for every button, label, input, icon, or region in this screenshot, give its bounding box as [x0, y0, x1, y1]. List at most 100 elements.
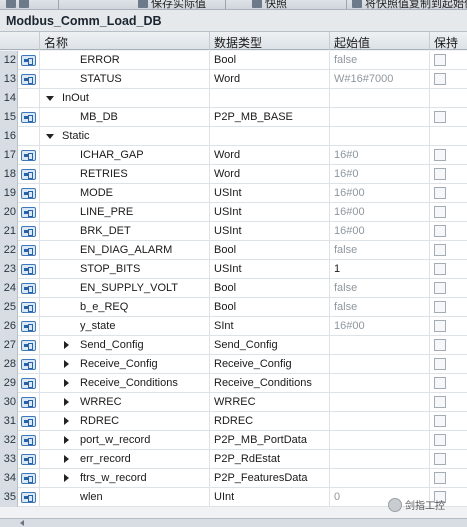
start-value-cell[interactable] — [330, 450, 430, 469]
datatype-cell[interactable] — [210, 127, 330, 146]
retain-checkbox[interactable] — [434, 453, 446, 465]
table-row[interactable]: 23 STOP_BITS USInt 1 — [0, 260, 467, 279]
collapse-triangle-icon[interactable] — [46, 96, 54, 101]
copy-snapshot-to-start-button[interactable]: 将快照值复制到起始值 — [352, 0, 467, 9]
name-cell[interactable]: wlen — [40, 488, 210, 507]
start-value-cell[interactable]: 1 — [330, 260, 430, 279]
start-value-cell[interactable] — [330, 127, 430, 146]
column-header-retain[interactable]: 保持 — [430, 32, 467, 50]
retain-checkbox[interactable] — [434, 263, 446, 275]
column-header-start-value[interactable]: 起始值 — [330, 32, 430, 50]
name-cell[interactable]: Send_Config — [40, 336, 210, 355]
name-cell[interactable]: InOut — [40, 89, 210, 108]
row-number[interactable]: 12 — [0, 51, 18, 70]
retain-checkbox[interactable] — [434, 149, 446, 161]
start-value-cell[interactable] — [330, 374, 430, 393]
retain-checkbox[interactable] — [434, 434, 446, 446]
start-value-cell[interactable]: W#16#7000 — [330, 70, 430, 89]
datatype-cell[interactable]: Bool — [210, 279, 330, 298]
retain-checkbox[interactable] — [434, 73, 446, 85]
datatype-cell[interactable]: USInt — [210, 203, 330, 222]
table-row[interactable]: 30 WRREC WRREC — [0, 393, 467, 412]
row-number[interactable]: 27 — [0, 336, 18, 355]
name-cell[interactable]: STOP_BITS — [40, 260, 210, 279]
row-number[interactable]: 30 — [0, 393, 18, 412]
row-number[interactable]: 23 — [0, 260, 18, 279]
row-number[interactable]: 19 — [0, 184, 18, 203]
row-number[interactable]: 33 — [0, 450, 18, 469]
datatype-cell[interactable]: USInt — [210, 260, 330, 279]
name-cell[interactable]: ERROR — [40, 51, 210, 70]
name-cell[interactable]: EN_DIAG_ALARM — [40, 241, 210, 260]
table-row[interactable]: 21 BRK_DET USInt 16#00 — [0, 222, 467, 241]
retain-checkbox[interactable] — [434, 244, 446, 256]
row-number[interactable]: 17 — [0, 146, 18, 165]
datatype-cell[interactable]: USInt — [210, 222, 330, 241]
expand-triangle-icon[interactable] — [64, 417, 69, 425]
scroll-left-icon[interactable] — [20, 520, 24, 526]
row-number[interactable]: 16 — [0, 127, 18, 146]
name-cell[interactable]: WRREC — [40, 393, 210, 412]
start-value-cell[interactable]: 16#00 — [330, 203, 430, 222]
table-row[interactable]: 29 Receive_Conditions Receive_Conditions — [0, 374, 467, 393]
retain-checkbox[interactable] — [434, 187, 446, 199]
row-number[interactable]: 29 — [0, 374, 18, 393]
row-number[interactable]: 22 — [0, 241, 18, 260]
name-cell[interactable]: LINE_PRE — [40, 203, 210, 222]
toolbar-icon-group[interactable] — [6, 0, 29, 9]
row-number[interactable]: 35 — [0, 488, 18, 507]
column-header-datatype[interactable]: 数据类型 — [210, 32, 330, 50]
name-cell[interactable]: err_record — [40, 450, 210, 469]
table-row[interactable]: 28 Receive_Config Receive_Config — [0, 355, 467, 374]
start-value-cell[interactable]: false — [330, 51, 430, 70]
name-cell[interactable]: STATUS — [40, 70, 210, 89]
name-cell[interactable]: ICHAR_GAP — [40, 146, 210, 165]
datatype-cell[interactable]: P2P_FeaturesData — [210, 469, 330, 488]
table-row[interactable]: 15 MB_DB P2P_MB_BASE — [0, 108, 467, 127]
table-row[interactable]: 20 LINE_PRE USInt 16#00 — [0, 203, 467, 222]
datatype-cell[interactable]: P2P_RdEstat — [210, 450, 330, 469]
retain-checkbox[interactable] — [434, 54, 446, 66]
datatype-cell[interactable] — [210, 89, 330, 108]
datatype-cell[interactable]: Bool — [210, 241, 330, 260]
datatype-cell[interactable]: Send_Config — [210, 336, 330, 355]
table-row[interactable]: 13 STATUS Word W#16#7000 — [0, 70, 467, 89]
row-number[interactable]: 34 — [0, 469, 18, 488]
datatype-cell[interactable]: Receive_Config — [210, 355, 330, 374]
start-value-cell[interactable]: 16#00 — [330, 184, 430, 203]
datatype-cell[interactable]: Word — [210, 165, 330, 184]
collapse-triangle-icon[interactable] — [46, 134, 54, 139]
name-cell[interactable]: RETRIES — [40, 165, 210, 184]
expand-triangle-icon[interactable] — [64, 455, 69, 463]
datatype-cell[interactable]: P2P_MB_BASE — [210, 108, 330, 127]
retain-checkbox[interactable] — [434, 472, 446, 484]
start-value-cell[interactable] — [330, 355, 430, 374]
name-cell[interactable]: EN_SUPPLY_VOLT — [40, 279, 210, 298]
retain-checkbox[interactable] — [434, 339, 446, 351]
start-value-cell[interactable] — [330, 469, 430, 488]
name-cell[interactable]: MODE — [40, 184, 210, 203]
table-row[interactable]: 19 MODE USInt 16#00 — [0, 184, 467, 203]
name-cell[interactable]: BRK_DET — [40, 222, 210, 241]
name-cell[interactable]: port_w_record — [40, 431, 210, 450]
table-row[interactable]: 24 EN_SUPPLY_VOLT Bool false — [0, 279, 467, 298]
start-value-cell[interactable]: 16#0 — [330, 165, 430, 184]
row-number[interactable]: 20 — [0, 203, 18, 222]
name-cell[interactable]: Static — [40, 127, 210, 146]
retain-checkbox[interactable] — [434, 282, 446, 294]
table-row[interactable]: 34 ftrs_w_record P2P_FeaturesData — [0, 469, 467, 488]
datatype-cell[interactable]: USInt — [210, 184, 330, 203]
retain-checkbox[interactable] — [434, 320, 446, 332]
table-row[interactable]: 14 InOut — [0, 89, 467, 108]
table-row[interactable]: 17 ICHAR_GAP Word 16#0 — [0, 146, 467, 165]
table-row[interactable]: 32 port_w_record P2P_MB_PortData — [0, 431, 467, 450]
table-row[interactable]: 12 ERROR Bool false — [0, 51, 467, 70]
snapshot-button[interactable]: 快照 — [252, 0, 287, 9]
row-number[interactable]: 13 — [0, 70, 18, 89]
retain-checkbox[interactable] — [434, 377, 446, 389]
retain-checkbox[interactable] — [434, 168, 446, 180]
name-cell[interactable]: Receive_Conditions — [40, 374, 210, 393]
name-cell[interactable]: MB_DB — [40, 108, 210, 127]
start-value-cell[interactable] — [330, 393, 430, 412]
start-value-cell[interactable]: 16#0 — [330, 146, 430, 165]
